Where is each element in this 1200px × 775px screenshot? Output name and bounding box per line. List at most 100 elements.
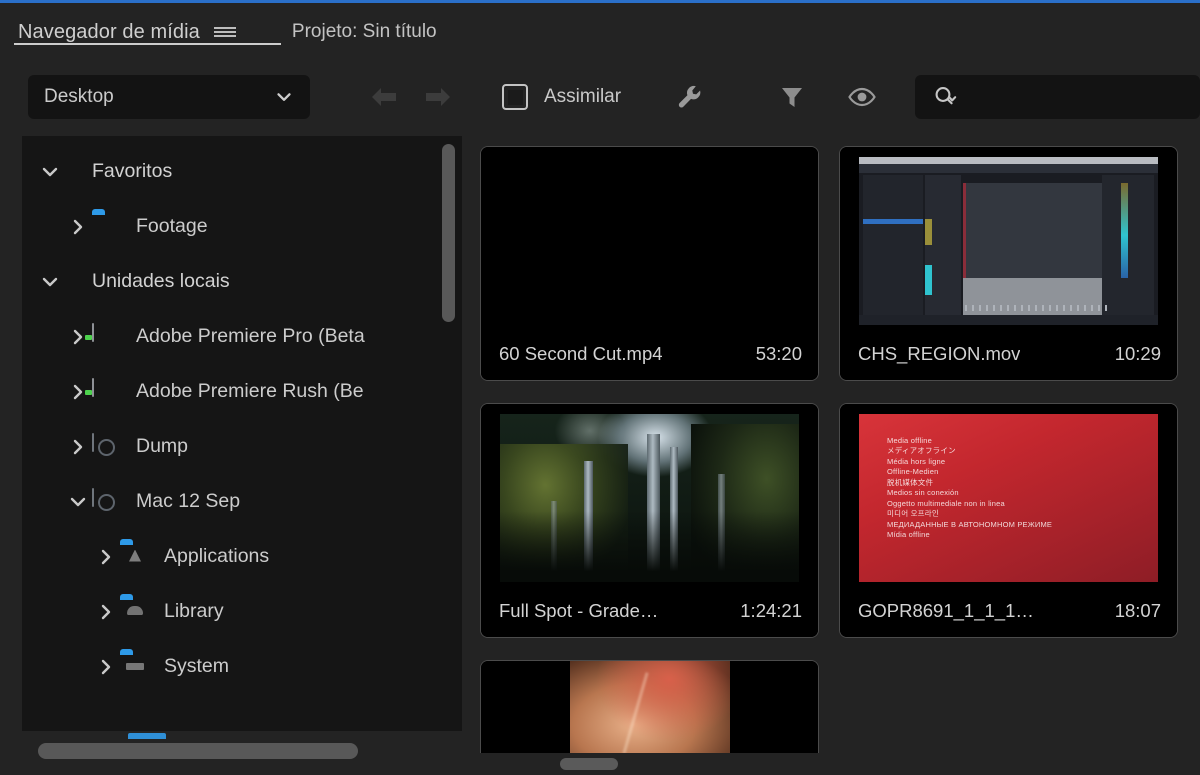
offline-text-line: 미디어 오프라인 (887, 509, 939, 518)
tree-item-label: System (164, 654, 230, 677)
chevron-down-icon[interactable] (36, 268, 64, 296)
media-card[interactable]: 60 Second Cut.mp4 53:20 (480, 146, 819, 381)
tree-item-label: Unidades locais (92, 269, 230, 292)
media-card-duration: 1:24:21 (740, 600, 802, 621)
chevron-down-icon[interactable] (36, 158, 64, 186)
folder-tree: Favoritos Footage Unidades locais Adobe Pre… (22, 136, 462, 775)
media-card-thumbnail[interactable] (481, 661, 818, 764)
search-field[interactable] (915, 75, 1200, 119)
media-thumbnail-pane: 60 Second Cut.mp4 53:20 CHS_REGION.mov 10:2… (462, 136, 1200, 775)
search-magnifier-icon (935, 87, 957, 105)
media-card-name: CHS_REGION.mov (858, 343, 1021, 364)
tree-vertical-scrollbar[interactable] (442, 144, 455, 767)
checkbox-icon (502, 84, 528, 110)
browser-body: Favoritos Footage Unidades locais Adobe Pre… (0, 136, 1200, 775)
grid-horizontal-scrollbar[interactable] (480, 753, 1200, 775)
folder-applications-icon (120, 544, 150, 570)
tree-item-unidades-locais[interactable]: Unidades locais (22, 254, 462, 309)
partial-folder-icon (128, 733, 166, 739)
disk-image-icon (92, 377, 122, 405)
navigation-arrows (368, 84, 454, 110)
hard-drive-icon (92, 432, 122, 460)
tree-item-label: Favoritos (92, 159, 173, 182)
tree-item-label: Applications (164, 544, 270, 567)
chevron-right-icon[interactable] (64, 433, 92, 461)
panel-focus-border (0, 0, 1200, 3)
chevron-right-icon[interactable] (92, 598, 120, 626)
panel-tab-strip: Navegador de mídia Projeto: Sin título (0, 0, 1200, 58)
folder-library-icon (120, 599, 150, 625)
media-card-meta: Full Spot - Grade… 1:24:21 (481, 591, 818, 637)
preview-toggle-button[interactable] (841, 76, 883, 118)
media-card-name: Full Spot - Grade… (499, 600, 659, 621)
chevron-down-icon (277, 93, 291, 101)
grid-horizontal-scrollbar-thumb[interactable] (560, 758, 618, 770)
offline-text-line: Média hors ligne (887, 456, 946, 466)
thumbnail-screen-recording (859, 156, 1158, 325)
tree-item-label: Footage (136, 214, 208, 237)
offline-text-line: Mídia offline (887, 530, 930, 539)
chevron-right-icon[interactable] (92, 653, 120, 681)
tree-item-adobe-premiere-pro-beta[interactable]: Adobe Premiere Pro (Beta (22, 309, 462, 364)
tree-item-footage[interactable]: Footage (22, 199, 462, 254)
path-dropdown-value: Desktop (44, 86, 114, 107)
hard-drive-icon (92, 487, 122, 515)
offline-text-line: Offline-Medien (887, 467, 939, 476)
media-card-duration: 53:20 (755, 343, 802, 364)
tree-item-label: Adobe Premiere Pro (Beta (136, 324, 365, 347)
media-card-thumbnail[interactable] (840, 147, 1177, 334)
tree-item-label: Library (164, 599, 224, 622)
tree-item-adobe-premiere-rush-be[interactable]: Adobe Premiere Rush (Be (22, 364, 462, 419)
media-card[interactable]: Media offline メディアオフライン Média hors ligne Of… (839, 403, 1178, 638)
media-card-meta: GOPR8691_1_1_1… 18:07 (840, 591, 1177, 637)
tree-item-library[interactable]: Library (22, 584, 462, 639)
tab-media-browser[interactable]: Navegador de mídia (14, 0, 281, 58)
tab-active-underline (14, 43, 281, 45)
media-card-duration: 10:29 (1114, 343, 1161, 364)
tree-item-label: Dump (136, 434, 189, 457)
media-grid: 60 Second Cut.mp4 53:20 CHS_REGION.mov 10:2… (480, 146, 1186, 765)
hamburger-menu-icon[interactable] (213, 22, 236, 37)
tree-item-dump[interactable]: Dump (22, 419, 462, 474)
chevron-right-icon[interactable] (64, 213, 92, 241)
project-title: Projeto: Sin título (291, 21, 437, 42)
folder-icon (92, 214, 122, 240)
tree-item-label: Mac 12 Sep (136, 489, 241, 512)
media-card[interactable]: CHS_REGION.mov 10:29 (839, 146, 1178, 381)
tree-item-applications[interactable]: Applications (22, 529, 462, 584)
media-card-thumbnail[interactable] (481, 404, 818, 591)
offline-text-line: МЕДИАДАННЫЕ В АВТОНОМНОМ РЕЖИМЕ (887, 519, 1053, 529)
tree-item-favoritos[interactable]: Favoritos (22, 144, 462, 199)
thumbnail-forest (500, 413, 799, 582)
media-card[interactable]: Full Spot - Grade… 1:24:21 (480, 403, 819, 638)
offline-text-line: メディアオフライン (887, 446, 956, 455)
thumbnail-black (500, 156, 799, 325)
tree-item-label: Adobe Premiere Rush (Be (136, 379, 364, 402)
offline-text-line: Medios sin conexión (887, 488, 959, 497)
tree-horizontal-scrollbar-thumb[interactable] (38, 743, 358, 759)
ingest-settings-button[interactable] (669, 76, 711, 118)
media-card-name: GOPR8691_1_1_1… (858, 600, 1034, 621)
tree-item-mac-12-sep[interactable]: Mac 12 Sep (22, 474, 462, 529)
media-card-name: 60 Second Cut.mp4 (499, 343, 663, 364)
back-button[interactable] (368, 84, 400, 110)
filter-button[interactable] (771, 76, 813, 118)
tab-media-browser-label: Navegador de mídia (18, 21, 200, 43)
media-card-partial[interactable] (480, 660, 819, 765)
media-card-thumbnail[interactable]: Media offline メディアオフライン Média hors ligne Of… (840, 404, 1177, 591)
media-card-duration: 18:07 (1114, 600, 1161, 621)
thumbnail-media-offline: Media offline メディアオフライン Média hors ligne Of… (859, 413, 1158, 582)
wrench-icon (678, 85, 701, 108)
forward-button[interactable] (422, 84, 454, 110)
chevron-down-icon[interactable] (64, 488, 92, 516)
path-dropdown[interactable]: Desktop (28, 75, 310, 119)
tree-vertical-scrollbar-thumb[interactable] (442, 144, 455, 322)
funnel-filter-icon (782, 88, 803, 107)
chevron-right-icon[interactable] (92, 543, 120, 571)
tree-horizontal-scrollbar[interactable] (22, 731, 462, 775)
arrow-right-icon (426, 88, 450, 106)
ingest-toggle[interactable]: Assimilar (502, 84, 621, 110)
tree-item-system[interactable]: System (22, 639, 462, 694)
media-card-thumbnail[interactable] (481, 147, 818, 334)
media-browser-panel: Navegador de mídia Projeto: Sin título D… (0, 0, 1200, 775)
